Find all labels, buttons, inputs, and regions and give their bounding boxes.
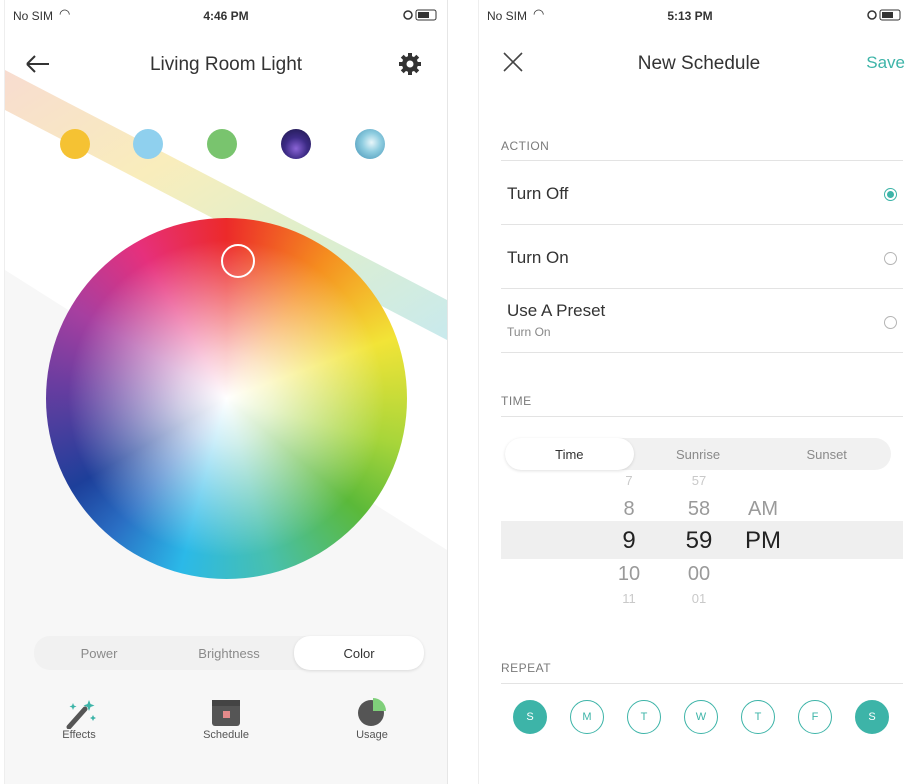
tab-brightness[interactable]: Brightness xyxy=(164,636,294,670)
battery-icon xyxy=(403,8,439,25)
hour-selected[interactable]: 9 xyxy=(599,527,659,555)
minute-option[interactable]: 58 xyxy=(669,498,729,521)
color-screen: No SIM ◠ 4:46 PM Living Room Light Power… xyxy=(4,0,448,784)
divider xyxy=(501,683,903,684)
day-toggle-friday[interactable]: F xyxy=(798,700,832,734)
minute-selected[interactable]: 59 xyxy=(669,527,729,555)
effects-button[interactable]: Effects xyxy=(34,697,124,741)
hour-option[interactable]: 10 xyxy=(599,563,659,586)
tab-time[interactable]: Time xyxy=(505,438,634,470)
preset-light-blue[interactable] xyxy=(133,129,163,159)
ampm-option[interactable]: AM xyxy=(735,498,791,521)
radio-turn-on[interactable] xyxy=(884,252,897,265)
hour-option[interactable]: 11 xyxy=(599,591,659,606)
time-section-label: TIME xyxy=(501,394,532,408)
schedule-button[interactable]: Schedule xyxy=(181,697,271,741)
minute-option[interactable]: 00 xyxy=(669,563,729,586)
radio-turn-off[interactable] xyxy=(884,188,897,201)
repeat-section-label: REPEAT xyxy=(501,661,552,675)
action-row-use-preset[interactable]: Use A Preset Turn On xyxy=(479,290,910,352)
usage-button[interactable]: Usage xyxy=(327,697,417,741)
day-toggle-sunday[interactable]: S xyxy=(513,700,547,734)
status-bar: No SIM ◠ 5:13 PM xyxy=(479,0,910,36)
divider xyxy=(501,288,903,289)
divider xyxy=(501,224,903,225)
preset-night-sky[interactable] xyxy=(281,129,311,159)
divider xyxy=(501,416,903,417)
minute-option[interactable]: 01 xyxy=(669,591,729,606)
back-arrow-icon[interactable] xyxy=(23,50,53,78)
preset-yellow[interactable] xyxy=(60,129,90,159)
preset-ocean[interactable] xyxy=(355,129,385,159)
new-schedule-screen: No SIM ◠ 5:13 PM New Schedule Save ACTIO… xyxy=(478,0,910,784)
day-toggle-wednesday[interactable]: W xyxy=(684,700,718,734)
calendar-icon xyxy=(181,697,271,729)
save-button[interactable]: Save xyxy=(849,53,905,73)
day-toggle-monday[interactable]: M xyxy=(570,700,604,734)
preset-sublabel: Turn On xyxy=(507,325,551,339)
hour-option[interactable]: 8 xyxy=(599,498,659,521)
schedule-label: Schedule xyxy=(203,729,249,741)
divider xyxy=(501,160,903,161)
status-time: 4:46 PM xyxy=(203,9,249,23)
battery-icon xyxy=(867,8,903,25)
magic-wand-icon xyxy=(34,697,124,730)
action-row-turn-off[interactable]: Turn Off xyxy=(479,162,910,224)
gear-icon[interactable] xyxy=(398,52,422,76)
action-label: Turn On xyxy=(507,248,569,267)
page-title: Living Room Light xyxy=(149,54,303,75)
action-label: Turn Off xyxy=(507,184,569,203)
page-title: New Schedule xyxy=(637,53,761,74)
tab-power[interactable]: Power xyxy=(34,636,164,670)
divider xyxy=(501,352,903,353)
hour-option[interactable]: 7 xyxy=(599,473,659,488)
action-section-label: ACTION xyxy=(501,139,550,153)
action-label: Use A Preset xyxy=(507,301,606,320)
time-type-tabs: Time Sunrise Sunset xyxy=(505,438,891,470)
tab-color[interactable]: Color xyxy=(294,636,424,670)
mode-tabs: Power Brightness Color xyxy=(34,636,424,670)
pie-chart-icon xyxy=(327,697,417,729)
usage-label: Usage xyxy=(356,729,388,741)
preset-green[interactable] xyxy=(207,129,237,159)
status-bar: No SIM ◠ 4:46 PM xyxy=(5,0,447,36)
day-toggle-tuesday[interactable]: T xyxy=(627,700,661,734)
close-icon[interactable] xyxy=(501,50,525,74)
status-time: 5:13 PM xyxy=(667,9,713,23)
day-toggle-saturday[interactable]: S xyxy=(855,700,889,734)
day-toggle-thursday[interactable]: T xyxy=(741,700,775,734)
radio-use-preset[interactable] xyxy=(884,316,897,329)
tab-sunset[interactable]: Sunset xyxy=(762,438,891,470)
action-row-turn-on[interactable]: Turn On xyxy=(479,226,910,288)
ampm-selected[interactable]: PM xyxy=(735,527,791,555)
tab-sunrise[interactable]: Sunrise xyxy=(634,438,763,470)
color-selector-handle[interactable] xyxy=(221,244,255,278)
effects-label: Effects xyxy=(62,729,96,741)
minute-option[interactable]: 57 xyxy=(669,473,729,488)
